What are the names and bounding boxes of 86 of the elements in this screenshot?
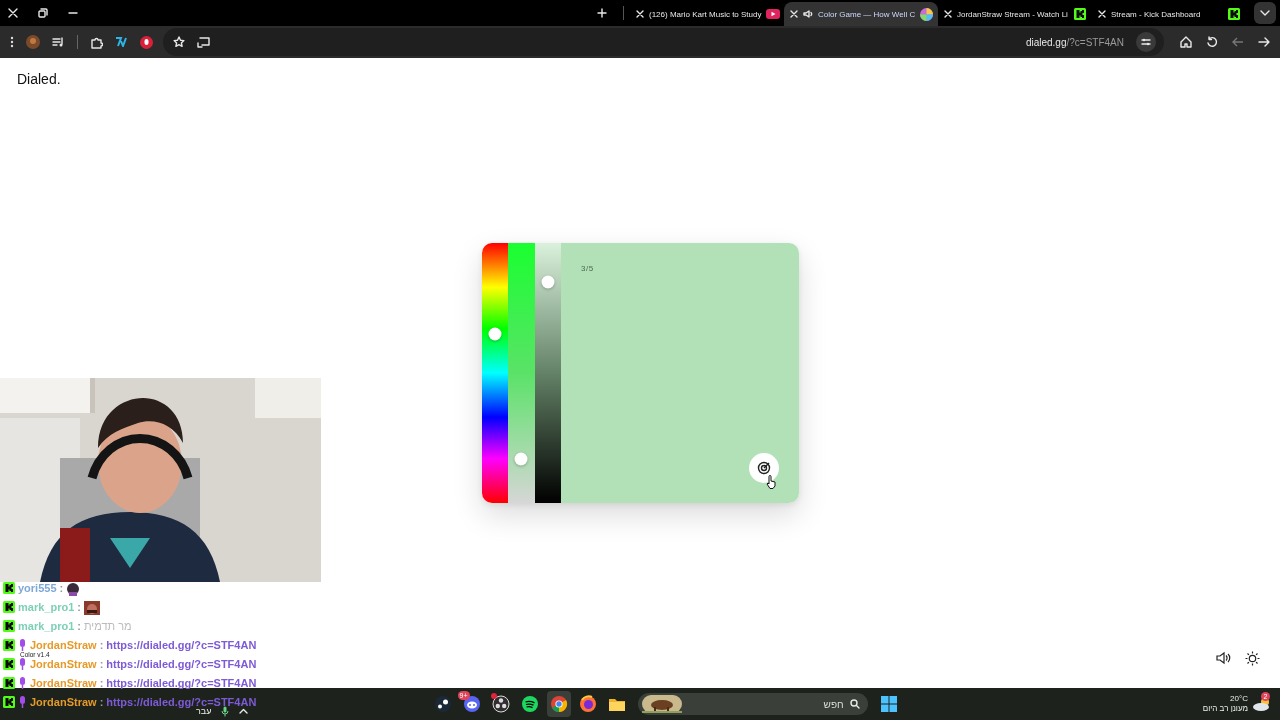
k-logo-icon bbox=[1074, 8, 1086, 20]
weather-summary: מעונן רב היום bbox=[1202, 704, 1248, 714]
app-icon bbox=[578, 695, 597, 713]
close-icon[interactable] bbox=[636, 10, 644, 18]
hue-slider[interactable] bbox=[481, 243, 508, 503]
keyboard-language[interactable]: עבר bbox=[196, 706, 212, 716]
forward-arrow-icon[interactable] bbox=[1258, 37, 1270, 47]
menu-icon[interactable] bbox=[10, 36, 14, 48]
speaker-icon bbox=[803, 9, 813, 19]
profile-avatar-icon[interactable] bbox=[26, 35, 40, 49]
chat-message: מר תדמית bbox=[83, 620, 132, 632]
chat-username: mark_pro1 bbox=[18, 620, 75, 632]
chat-separator: : bbox=[99, 677, 104, 689]
chat-username: JordanStraw bbox=[30, 658, 97, 670]
sun-icon[interactable] bbox=[1245, 651, 1260, 666]
chat-username: JordanStraw bbox=[30, 639, 97, 651]
k-logo-icon bbox=[3, 639, 15, 651]
chat-username: JordanStraw bbox=[30, 677, 97, 689]
chat-link[interactable]: https://dialed.gg/?c=STF4AN bbox=[106, 639, 257, 651]
slider-thumb[interactable] bbox=[514, 452, 528, 466]
site-logo[interactable]: Dialed. bbox=[0, 58, 61, 87]
address-url[interactable]: dialed.gg/?c=STF4AN bbox=[1025, 36, 1124, 48]
chat-username: mark_pro1 bbox=[18, 601, 75, 613]
chevron-up-icon[interactable] bbox=[239, 708, 249, 714]
target-icon bbox=[756, 461, 771, 475]
start-icon bbox=[879, 695, 898, 713]
color-wheel-icon bbox=[920, 7, 934, 21]
k-logo-icon bbox=[3, 601, 15, 613]
browser-tab[interactable]: (126) Mario Kart Music to Study bbox=[630, 2, 784, 26]
taskbar-app-button[interactable] bbox=[546, 691, 571, 717]
chat-link[interactable]: https://dialed.gg/?c=STF4AN bbox=[106, 677, 257, 689]
close-icon[interactable] bbox=[8, 8, 18, 18]
star-icon[interactable] bbox=[173, 36, 185, 48]
submit-button[interactable] bbox=[748, 453, 779, 483]
lightness-slider[interactable] bbox=[534, 243, 561, 503]
screen-icon[interactable] bbox=[197, 36, 210, 48]
close-icon[interactable] bbox=[1098, 10, 1106, 18]
browser-tab[interactable]: JordanStraw Stream - Watch Li bbox=[938, 2, 1092, 26]
chat-username: yori555 bbox=[18, 582, 57, 594]
k-logo-icon bbox=[3, 582, 15, 594]
app-icon bbox=[491, 695, 510, 713]
app-icon bbox=[520, 695, 539, 713]
app-icon bbox=[462, 695, 481, 713]
k-logo-icon bbox=[3, 677, 15, 689]
chat-link[interactable]: https://dialed.gg/?c=STF4AN bbox=[106, 658, 257, 670]
speaker-icon[interactable] bbox=[1215, 651, 1231, 665]
search-placeholder: חפש bbox=[823, 698, 844, 710]
search-icon bbox=[849, 699, 860, 709]
chevron-down-icon bbox=[1260, 10, 1270, 16]
video-play-icon bbox=[766, 9, 781, 19]
reload-icon[interactable] bbox=[1206, 36, 1218, 48]
close-icon[interactable] bbox=[790, 10, 798, 18]
taskbar-search-field[interactable]: חפש bbox=[637, 693, 868, 715]
chat-separator: : bbox=[77, 601, 81, 613]
tab-list-button[interactable] bbox=[1254, 2, 1276, 24]
new-tab-icon[interactable] bbox=[597, 8, 607, 18]
site-settings-button[interactable] bbox=[1136, 32, 1156, 52]
slider-thumb[interactable] bbox=[488, 327, 502, 341]
chat-separator: : bbox=[99, 696, 104, 708]
chat-separator: : bbox=[77, 620, 81, 632]
back-arrow-icon[interactable] bbox=[1232, 37, 1244, 47]
media-queue-icon[interactable] bbox=[52, 37, 65, 47]
round-counter: 3/5 bbox=[581, 264, 594, 273]
chat-separator: : bbox=[59, 582, 64, 594]
k-logo-icon bbox=[3, 658, 15, 670]
zigzag-icon[interactable] bbox=[115, 37, 128, 47]
hand-cursor-icon bbox=[765, 475, 777, 489]
chat-separator: : bbox=[99, 639, 104, 651]
weather-temperature: 20°C bbox=[1230, 694, 1248, 704]
home-icon[interactable] bbox=[1180, 36, 1192, 48]
saturation-slider[interactable] bbox=[508, 243, 535, 503]
browser-tab[interactable]: Color Game — How Well C bbox=[784, 2, 938, 26]
sliders-icon bbox=[1141, 38, 1151, 46]
puzzle-icon[interactable] bbox=[90, 35, 103, 49]
app-icon bbox=[433, 695, 452, 713]
slider-thumb[interactable] bbox=[541, 275, 555, 289]
k-logo-icon bbox=[1228, 8, 1240, 20]
emote-icon bbox=[66, 582, 81, 596]
k-logo-icon bbox=[3, 696, 15, 708]
k-logo-icon bbox=[3, 620, 15, 632]
chat-separator: : bbox=[99, 658, 104, 670]
chat-username: JordanStraw bbox=[30, 696, 97, 708]
close-icon[interactable] bbox=[944, 10, 952, 18]
app-icon bbox=[549, 695, 568, 713]
browser-tab[interactable]: Stream - Kick Dashboard bbox=[1092, 2, 1246, 26]
restore-icon[interactable] bbox=[38, 8, 48, 18]
